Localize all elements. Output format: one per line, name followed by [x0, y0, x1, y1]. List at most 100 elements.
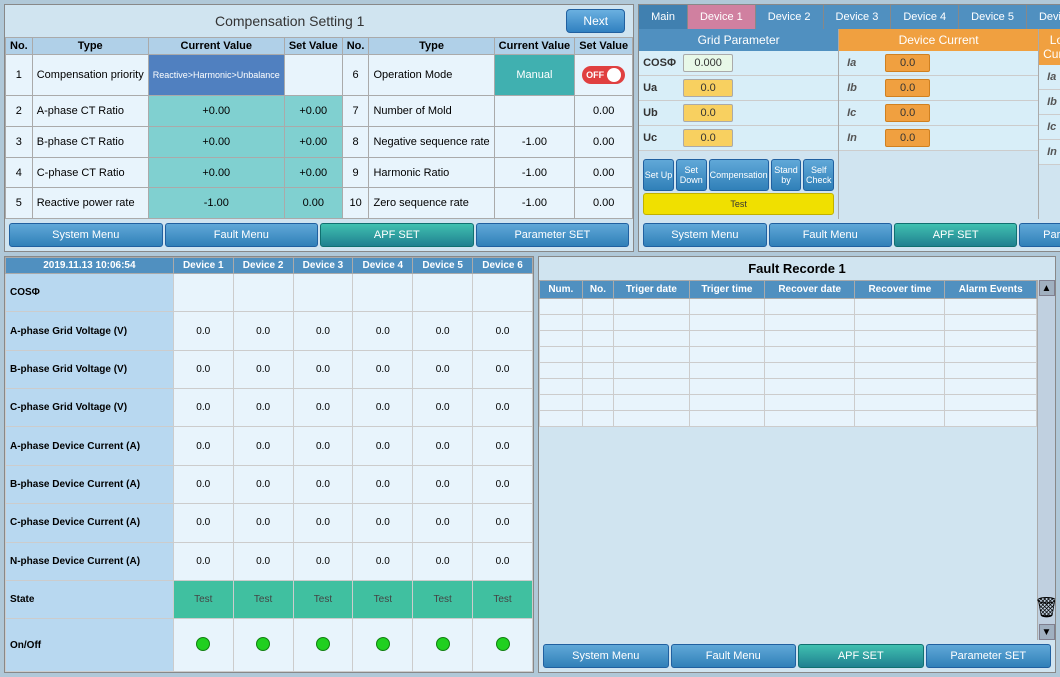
test-btn[interactable]: Test	[643, 193, 834, 215]
comp-no-1: 2	[6, 96, 33, 127]
dt-label-3: C-phase Grid Voltage (V)	[6, 389, 174, 427]
grid-label-ua: Ua	[643, 82, 683, 94]
fault-row-empty-6	[540, 379, 1037, 395]
dc-label-ic: Ic	[847, 107, 877, 119]
grid-row-cosphi: COSΦ 0.000	[639, 51, 838, 76]
onoff-val-0	[173, 619, 233, 672]
dt-val-3-4: 0.0	[413, 389, 473, 427]
fault-title: Fault Recorde 1	[539, 257, 1055, 280]
setup-btn[interactable]: Set Up	[643, 159, 674, 191]
dt-val-1-5: 0.0	[473, 312, 533, 350]
apf-set-btn[interactable]: APF SET	[320, 223, 474, 247]
right-panel: Main Device 1 Device 2 Device 3 Device 4…	[638, 4, 1060, 252]
selfcheck-btn[interactable]: Self Check	[803, 159, 834, 191]
dc-label-ia: Ia	[847, 57, 877, 69]
dt-val-5-3: 0.0	[353, 465, 413, 503]
comp-type2-1: Number of Mold	[369, 96, 494, 127]
right-apf-set-btn[interactable]: APF SET	[894, 223, 1017, 247]
param-set-btn[interactable]: Parameter SET	[476, 223, 630, 247]
fault-col-no: No.	[582, 281, 614, 299]
dt-val-4-3: 0.0	[353, 427, 413, 465]
grid-param-header: Grid Parameter	[639, 29, 838, 51]
scroll-down-btn[interactable]: ▼	[1039, 624, 1055, 640]
dc-row-ib: Ib 0.0	[839, 76, 1038, 101]
state-val-4: Test	[413, 580, 473, 618]
comp-title: Compensation Setting 1	[215, 13, 364, 29]
grid-row-ua: Ua 0.0	[639, 76, 838, 101]
comp-no2-0: 6	[342, 55, 369, 96]
dt-val-0-2	[293, 274, 353, 312]
compensation-btn[interactable]: Compensation	[709, 159, 769, 191]
dt-val-2-3: 0.0	[353, 350, 413, 388]
dt-val-6-5: 0.0	[473, 504, 533, 542]
col-type1: Type	[32, 38, 148, 55]
dt-val-1-1: 0.0	[233, 312, 293, 350]
comp-no2-1: 7	[342, 96, 369, 127]
tab-device5[interactable]: Device 5	[959, 5, 1027, 29]
fault-col-trdate: Triger date	[614, 281, 689, 299]
grid-label-ub: Ub	[643, 107, 683, 119]
compensation-panel: Compensation Setting 1 Next No. Type Cur…	[4, 4, 634, 252]
scroll-up-btn[interactable]: ▲	[1039, 280, 1055, 296]
dt-val-6-4: 0.0	[413, 504, 473, 542]
comp-type-0: Compensation priority	[32, 55, 148, 96]
dt-val-2-1: 0.0	[233, 350, 293, 388]
dt-dev3-header: Device 3	[293, 258, 353, 274]
next-button[interactable]: Next	[566, 9, 625, 33]
dt-val-5-0: 0.0	[173, 465, 233, 503]
dc-row-ic: Ic 0.0	[839, 101, 1038, 126]
comp-set-0	[284, 55, 342, 96]
compensation-table: No. Type Current Value Set Value No. Typ…	[5, 37, 633, 219]
dt-dev4-header: Device 4	[353, 258, 413, 274]
fault-fault-menu-btn[interactable]: Fault Menu	[671, 644, 797, 668]
tab-main[interactable]: Main	[639, 5, 688, 29]
dt-dev5-header: Device 5	[413, 258, 473, 274]
onoff-val-4	[413, 619, 473, 672]
dc-row-in: In 0.0	[839, 126, 1038, 151]
dt-label-4: A-phase Device Current (A)	[6, 427, 174, 465]
right-param-set-btn[interactable]: Parameter SET	[1019, 223, 1060, 247]
system-menu-btn[interactable]: System Menu	[9, 223, 163, 247]
tab-device2[interactable]: Device 2	[756, 5, 824, 29]
comp-curr-1: +0.00	[148, 96, 284, 127]
tab-device1[interactable]: Device 1	[688, 5, 756, 29]
dt-timestamp-header: 2019.11.13 10:06:54	[6, 258, 174, 274]
comp-no2-4: 10	[342, 188, 369, 219]
right-bottom-btns: System Menu Fault Menu APF SET Parameter…	[639, 219, 1060, 251]
dt-val-2-5: 0.0	[473, 350, 533, 388]
dt-val-4-5: 0.0	[473, 427, 533, 465]
dt-val-1-0: 0.0	[173, 312, 233, 350]
tab-device4[interactable]: Device 4	[891, 5, 959, 29]
comp-no-2: 3	[6, 127, 33, 158]
standby-btn[interactable]: Stand by	[771, 159, 802, 191]
right-system-menu-btn[interactable]: System Menu	[643, 223, 766, 247]
fault-row-empty-4	[540, 347, 1037, 363]
trash-icon[interactable]: 🗑	[1030, 591, 1055, 624]
setdown-btn[interactable]: Set Down	[676, 159, 707, 191]
dc-value-ic: 0.0	[885, 104, 930, 122]
col-set1: Set Value	[284, 38, 342, 55]
lc-label-ib: Ib	[1047, 96, 1060, 108]
dt-val-4-4: 0.0	[413, 427, 473, 465]
fault-apf-set-btn[interactable]: APF SET	[798, 644, 924, 668]
dt-val-7-3: 0.0	[353, 542, 413, 580]
dt-val-3-5: 0.0	[473, 389, 533, 427]
right-fault-menu-btn[interactable]: Fault Menu	[769, 223, 892, 247]
tab-device6[interactable]: Device 6	[1027, 5, 1060, 29]
dt-val-7-0: 0.0	[173, 542, 233, 580]
dt-dev6-header: Device 6	[473, 258, 533, 274]
col-no2: No.	[342, 38, 369, 55]
comp-curr2-1	[494, 96, 575, 127]
fault-menu-btn[interactable]: Fault Menu	[165, 223, 319, 247]
tab-device3[interactable]: Device 3	[824, 5, 892, 29]
fault-system-menu-btn[interactable]: System Menu	[543, 644, 669, 668]
comp-curr-3: +0.00	[148, 157, 284, 188]
fault-param-set-btn[interactable]: Parameter SET	[926, 644, 1052, 668]
data-table-row-0: COSΦ	[6, 274, 533, 312]
onoff-val-1	[233, 619, 293, 672]
comp-no2-2: 8	[342, 127, 369, 158]
dt-val-3-2: 0.0	[293, 389, 353, 427]
data-table-row-2: B-phase Grid Voltage (V)0.00.00.00.00.00…	[6, 350, 533, 388]
lc-row-ia: Ia 0.0	[1039, 65, 1060, 90]
dt-val-6-3: 0.0	[353, 504, 413, 542]
